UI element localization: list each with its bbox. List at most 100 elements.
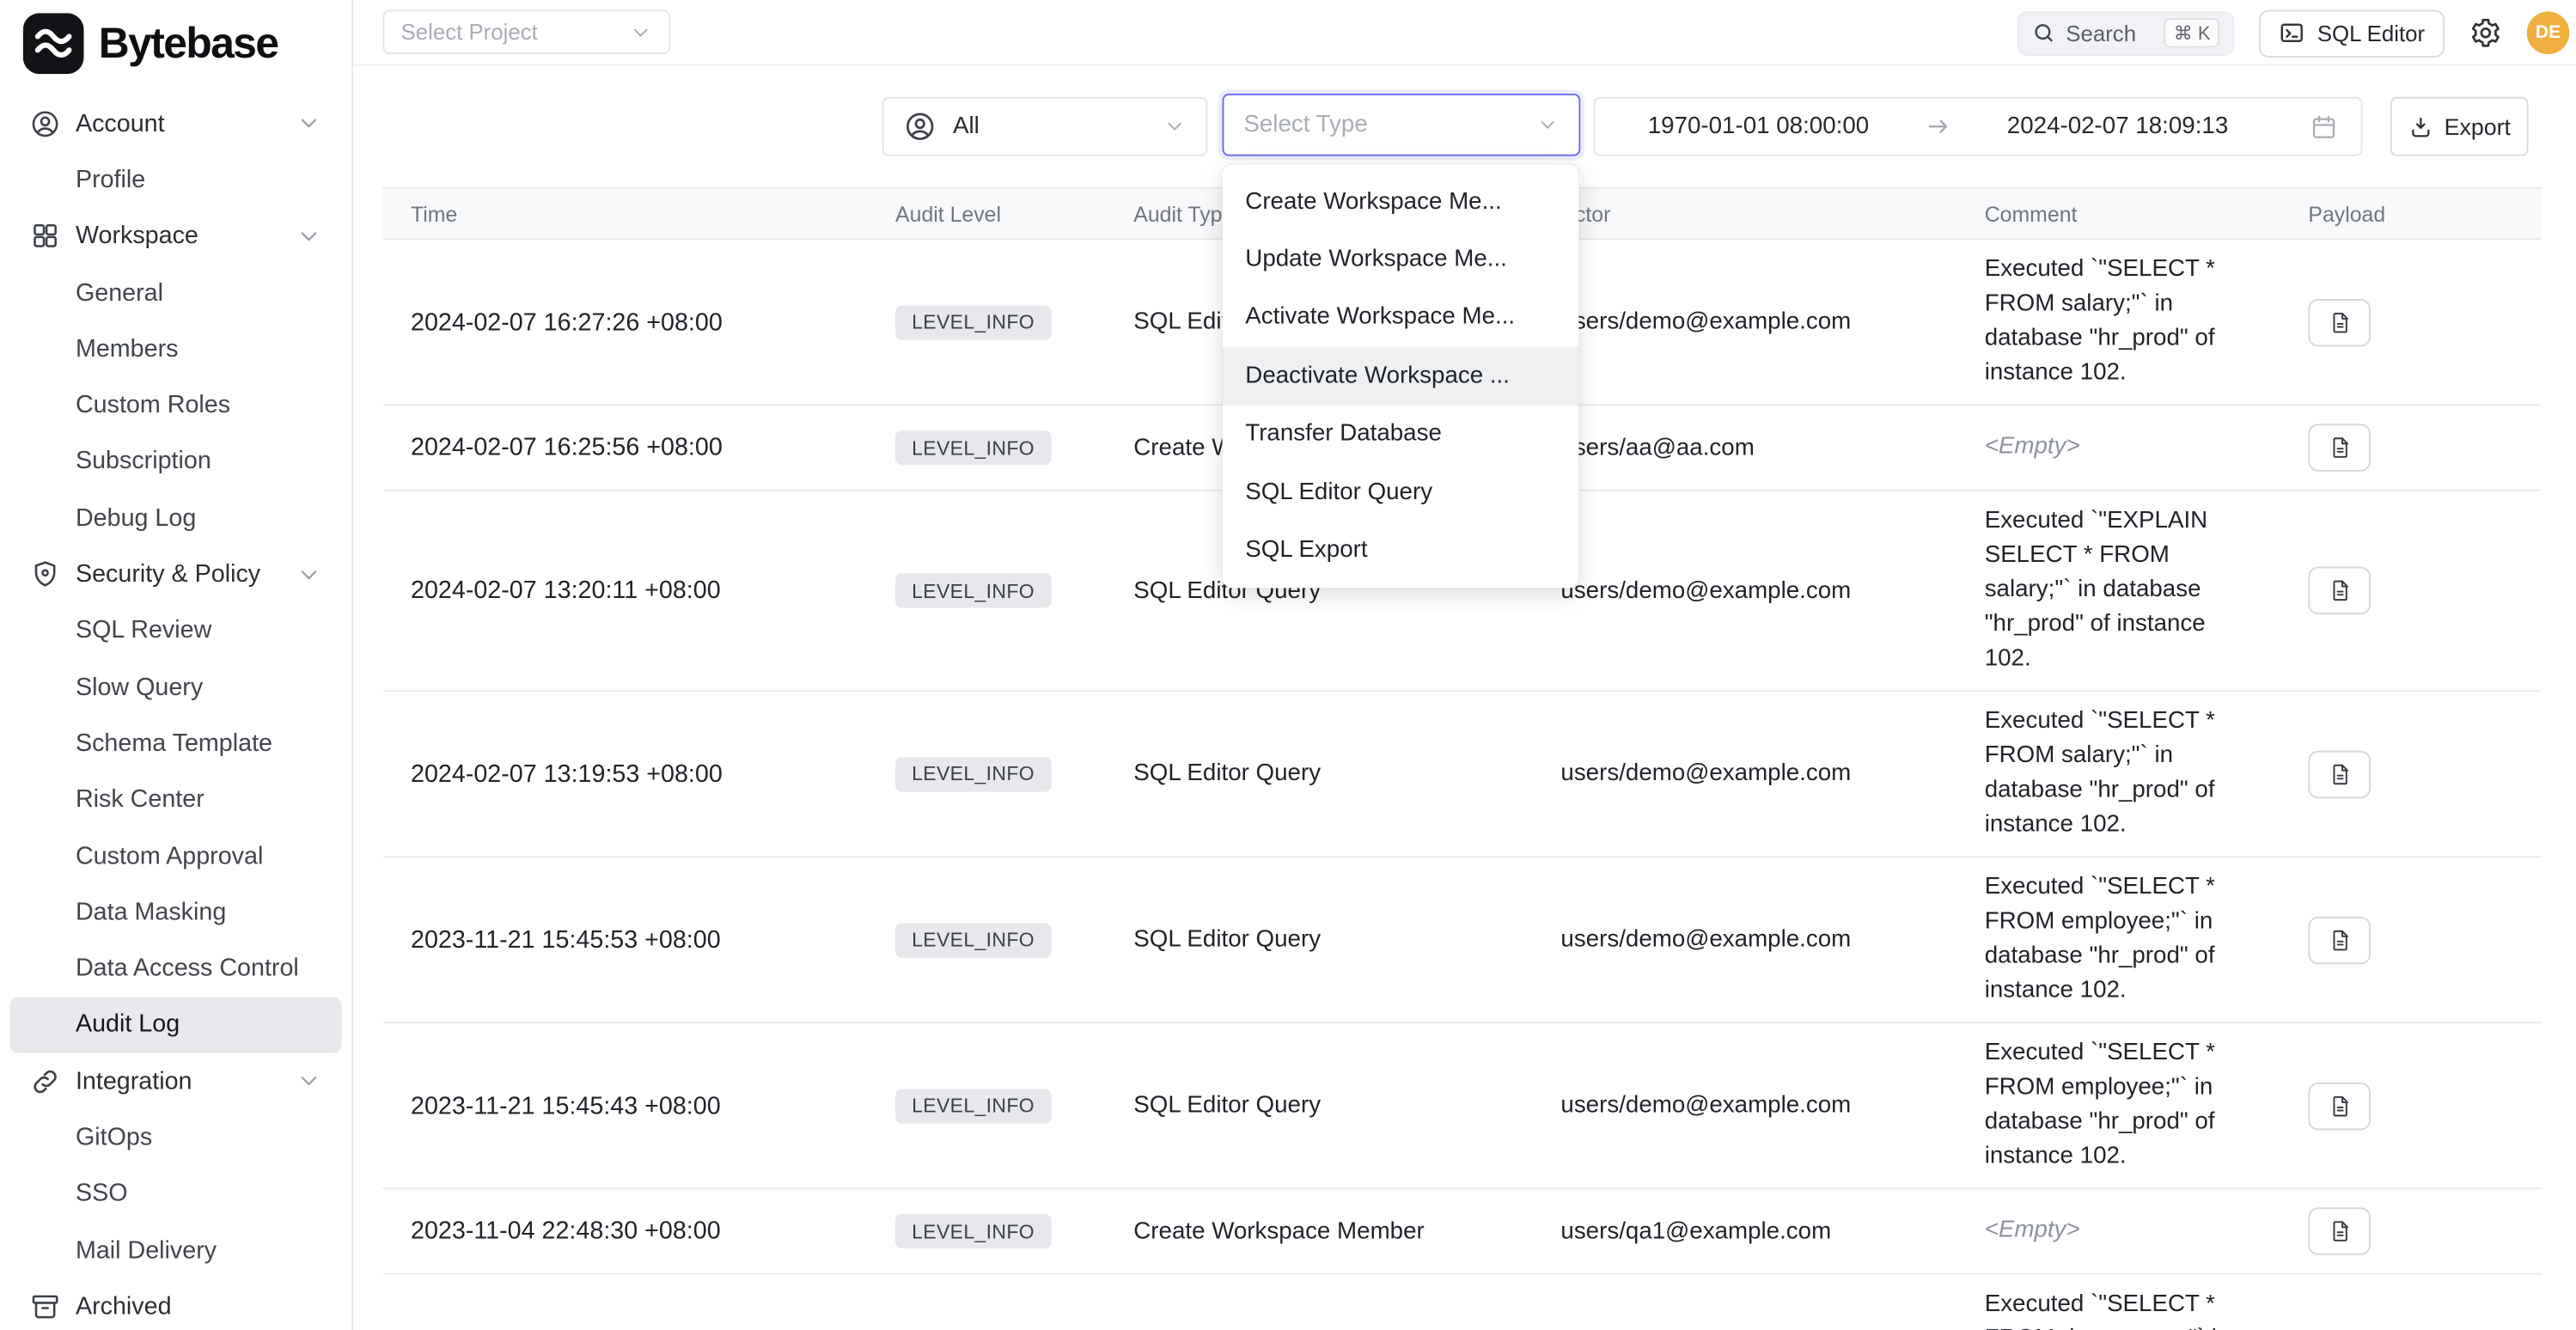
sidebar-item-account[interactable]: Account — [9, 95, 341, 152]
sidebar-item-workspace[interactable]: Workspace — [9, 208, 341, 265]
menu-item-activate-workspace-me[interactable]: Activate Workspace Me... — [1223, 289, 1579, 347]
payload-button[interactable] — [2308, 916, 2371, 963]
cell-payload — [2280, 737, 2542, 811]
sidebar-item-integration[interactable]: Integration — [9, 1053, 341, 1110]
brand-name: Bytebase — [99, 18, 278, 69]
cell-time: 2024-02-07 13:19:53 +08:00 — [382, 747, 867, 801]
link-icon — [29, 1065, 60, 1096]
menu-item-sql-editor-query[interactable]: SQL Editor Query — [1223, 463, 1579, 522]
sidebar-item-label: SSO — [76, 1180, 128, 1208]
cell-comment: <Empty> — [1956, 1201, 2280, 1262]
menu-item-update-workspace-me[interactable]: Update Workspace Me... — [1223, 230, 1579, 289]
grid-icon — [29, 221, 60, 252]
date-range-picker[interactable]: 1970-01-01 08:00:00 2024-02-07 18:09:13 — [1594, 97, 2363, 156]
avatar[interactable]: DE — [2527, 11, 2570, 54]
payload-button[interactable] — [2308, 424, 2371, 471]
cell-audit-level: LEVEL_INFO — [868, 1075, 1106, 1136]
payload-button[interactable] — [2308, 298, 2371, 345]
file-icon — [2327, 925, 2352, 954]
sidebar-item-label: Custom Roles — [76, 391, 230, 419]
sidebar-item-schema-template[interactable]: Schema Template — [9, 715, 341, 772]
sidebar-item-label: SQL Review — [76, 617, 211, 645]
sidebar-item-label: Mail Delivery — [76, 1236, 217, 1265]
cell-payload — [2280, 1069, 2542, 1143]
date-from: 1970-01-01 08:00:00 — [1648, 113, 1869, 140]
cell-audit-level: LEVEL_INFO — [868, 418, 1106, 479]
table-row: 2024-02-07 13:19:53 +08:00LEVEL_INFOSQL … — [382, 692, 2541, 857]
sidebar-item-security-policy[interactable]: Security & Policy — [9, 546, 341, 603]
sql-editor-label: SQL Editor — [2317, 21, 2425, 46]
level-badge: LEVEL_INFO — [895, 573, 1051, 607]
sidebar-item-gitops[interactable]: GitOps — [9, 1109, 341, 1166]
sidebar-item-sso[interactable]: SSO — [9, 1166, 341, 1223]
payload-button[interactable] — [2308, 1207, 2371, 1254]
cell-comment: Executed `"EXPLAIN SELECT * FROM salary;… — [1956, 491, 2280, 690]
sql-editor-button[interactable]: SQL Editor — [2260, 9, 2445, 57]
payload-button[interactable] — [2308, 567, 2371, 614]
cell-audit-level: LEVEL_INFO — [868, 909, 1106, 970]
export-button[interactable]: Export — [2390, 97, 2529, 156]
header-payload: Payload — [2280, 201, 2542, 226]
sidebar-item-label: Workspace — [76, 223, 198, 251]
level-badge: LEVEL_INFO — [895, 1214, 1051, 1248]
file-icon — [2327, 577, 2352, 605]
sidebar-item-custom-roles[interactable]: Custom Roles — [9, 377, 341, 434]
shield-icon — [29, 558, 60, 589]
empty-comment: <Empty> — [1985, 434, 2080, 461]
table-row: 2023-11-04 21:26:34 +08:00LEVEL_INFOSQL … — [382, 1275, 2541, 1330]
sidebar-item-general[interactable]: General — [9, 265, 341, 321]
brand-logo[interactable]: Bytebase — [0, 0, 351, 74]
cell-comment: Executed `"SELECT * FROM salary;"` in da… — [1956, 240, 2280, 404]
project-select[interactable]: Select Project — [382, 9, 670, 54]
sidebar-item-data-masking[interactable]: Data Masking — [9, 884, 341, 941]
search-shortcut: ⌘ K — [2164, 18, 2220, 47]
menu-item-transfer-database[interactable]: Transfer Database — [1223, 405, 1579, 463]
menu-item-sql-export[interactable]: SQL Export — [1223, 522, 1579, 580]
cell-payload — [2280, 1320, 2542, 1330]
chevron-down-icon — [1163, 115, 1187, 138]
cell-payload — [2280, 553, 2542, 627]
sidebar-item-sql-review[interactable]: SQL Review — [9, 602, 341, 659]
cell-time: 2023-11-21 15:45:53 +08:00 — [382, 912, 867, 967]
file-icon — [2327, 1217, 2352, 1246]
sidebar-item-custom-approval[interactable]: Custom Approval — [9, 827, 341, 884]
type-filter-menu: Create Workspace Me...Update Workspace M… — [1223, 164, 1579, 588]
sidebar-item-label: Slow Query — [76, 673, 203, 701]
project-select-placeholder: Select Project — [401, 20, 538, 45]
gear-icon[interactable] — [2469, 16, 2502, 49]
sidebar-item-mail-delivery[interactable]: Mail Delivery — [9, 1222, 341, 1278]
archive-icon — [29, 1291, 60, 1322]
sidebar-item-data-access-control[interactable]: Data Access Control — [9, 941, 341, 998]
sidebar-item-profile[interactable]: Profile — [9, 151, 341, 208]
cell-time: 2023-11-21 15:45:43 +08:00 — [382, 1078, 867, 1132]
cell-audit-type: Create Workspace Member — [1106, 1205, 1533, 1257]
type-filter-select[interactable]: Select Type — [1223, 94, 1581, 156]
table-row: 2023-11-21 15:45:53 +08:00LEVEL_INFOSQL … — [382, 857, 2541, 1023]
cell-actor: users/aa@aa.com — [1533, 421, 1956, 473]
menu-item-deactivate-workspace[interactable]: Deactivate Workspace ... — [1223, 347, 1579, 406]
sidebar-item-archived[interactable]: Archived — [9, 1278, 341, 1330]
sidebar-item-debug-log[interactable]: Debug Log — [9, 490, 341, 546]
cell-payload — [2280, 1194, 2542, 1268]
table-row: 2023-11-04 22:48:30 +08:00LEVEL_INFOCrea… — [382, 1189, 2541, 1274]
type-filter-placeholder: Select Type — [1243, 112, 1367, 138]
sidebar-item-slow-query[interactable]: Slow Query — [9, 659, 341, 716]
cell-comment: Executed `"SELECT * FROM employee;"` in … — [1956, 857, 2280, 1022]
terminal-icon — [2280, 20, 2306, 46]
download-icon — [2408, 114, 2433, 139]
cell-audit-level: LEVEL_INFO — [868, 560, 1106, 621]
search-input[interactable]: Search ⌘ K — [2018, 10, 2235, 55]
sidebar-item-audit-log[interactable]: Audit Log — [9, 997, 341, 1053]
search-icon — [2033, 21, 2056, 45]
sidebar-item-risk-center[interactable]: Risk Center — [9, 772, 341, 828]
header-actor: Actor — [1533, 201, 1956, 226]
payload-button[interactable] — [2308, 1082, 2371, 1129]
sidebar-item-members[interactable]: Members — [9, 320, 341, 377]
payload-button[interactable] — [2308, 750, 2371, 797]
sidebar-item-subscription[interactable]: Subscription — [9, 433, 341, 490]
cell-time: 2024-02-07 16:25:56 +08:00 — [382, 420, 867, 474]
cell-comment: Executed `"SELECT * FROM department;"` i… — [1956, 1275, 2280, 1330]
actor-filter-select[interactable]: All — [882, 97, 1208, 156]
file-icon — [2327, 308, 2352, 337]
menu-item-create-workspace-me[interactable]: Create Workspace Me... — [1223, 173, 1579, 231]
